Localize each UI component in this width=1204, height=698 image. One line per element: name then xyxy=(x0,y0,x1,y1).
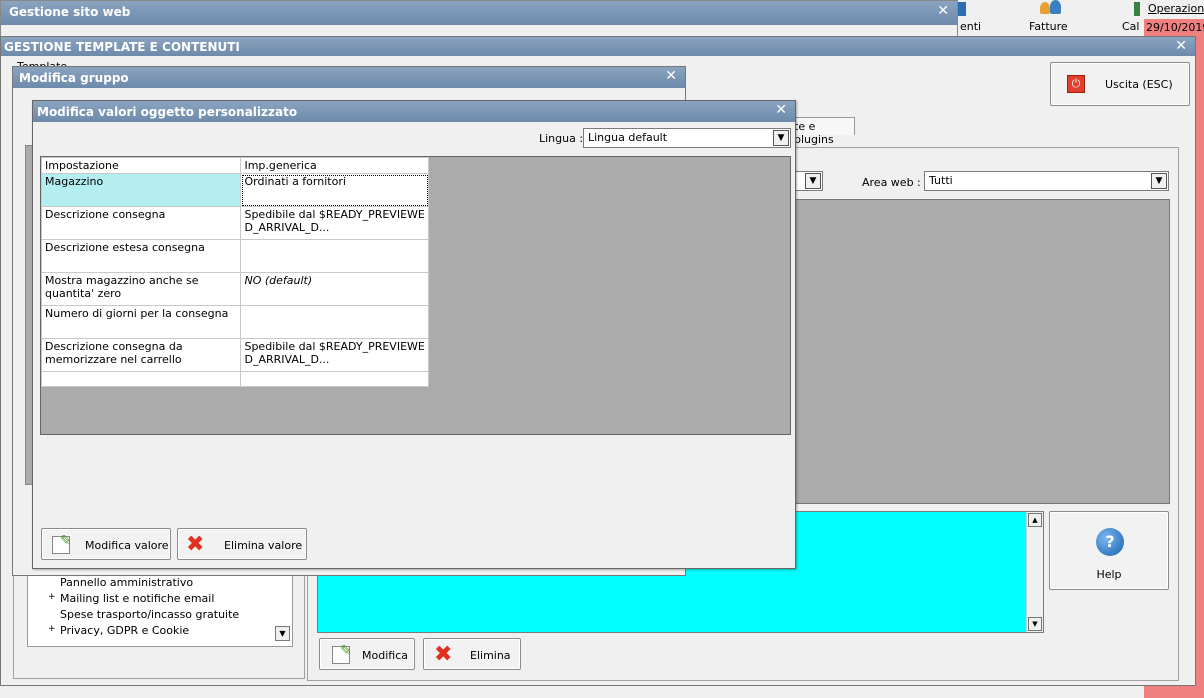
taskbar-label-fatture[interactable]: Fatture xyxy=(1029,20,1068,33)
setting-cell[interactable]: Descrizione consegna da memorizzare nel … xyxy=(40,338,242,372)
table-row[interactable]: Descrizione estesa consegna xyxy=(40,239,429,273)
value-cell[interactable] xyxy=(240,239,429,273)
modifica-valore-button[interactable]: ✎ Modifica valore xyxy=(41,528,171,560)
column-header-setting: Impostazione xyxy=(40,157,242,174)
tree-expand-icon[interactable]: + xyxy=(48,592,56,602)
power-icon: ⏻ xyxy=(1067,75,1085,93)
tree-item-admin[interactable]: Pannello amministrativo xyxy=(60,576,193,589)
table-row[interactable]: Mostra magazzino anche se quantita' zero… xyxy=(40,272,429,306)
elimina-button[interactable]: ✖ Elimina xyxy=(423,638,521,670)
pencil-icon: ✎ xyxy=(60,533,72,549)
value-cell[interactable]: Spedibile dal $READY_PREVIEWED_ARRIVAL_D… xyxy=(240,206,429,240)
lingua-combo[interactable]: Lingua default ▼ xyxy=(583,128,791,148)
tree-item-mailing[interactable]: Mailing list e notifiche email xyxy=(60,592,214,605)
table-row[interactable]: Descrizione consegna Spedibile dal $READ… xyxy=(40,206,429,240)
group-window-titlebar: Modifica gruppo ✕ xyxy=(13,67,685,88)
taskbar-label-enti[interactable]: enti xyxy=(960,20,981,33)
exit-button-label: Uscita (ESC) xyxy=(1105,78,1173,91)
operazioni-label[interactable]: Operazioni xyxy=(1148,2,1204,15)
textarea-scrollbar[interactable]: ▲ ▼ xyxy=(1026,512,1043,632)
setting-cell[interactable]: Numero di giorni per la consegna xyxy=(40,305,242,339)
value-cell[interactable] xyxy=(240,305,429,339)
tab-plugins[interactable]: te e plugins xyxy=(791,117,855,146)
custom-object-dialog: Modifica valori oggetto personalizzato ✕… xyxy=(32,100,796,569)
chevron-down-icon[interactable]: ▼ xyxy=(1151,173,1167,189)
table-row[interactable]: Descrizione consegna da memorizzare nel … xyxy=(40,338,429,372)
delete-icon: ✖ xyxy=(434,642,453,667)
table-header: Impostazione Imp.generica xyxy=(40,157,429,174)
exit-button[interactable]: ⏻ Uscita (ESC) xyxy=(1050,62,1190,106)
tree-view[interactable]: Pannello amministrativo + Mailing list e… xyxy=(27,571,293,647)
table-row[interactable]: Magazzino Ordinati a fornitori xyxy=(40,173,429,207)
area-web-combo[interactable]: Tutti ▼ xyxy=(924,171,1169,191)
group-window-title: Modifica gruppo xyxy=(19,71,129,85)
tab-plugins-label[interactable]: te e plugins xyxy=(794,120,854,146)
value-cell[interactable]: NO (default) xyxy=(240,272,429,306)
setting-cell[interactable] xyxy=(40,371,242,387)
template-window-title: GESTIONE TEMPLATE E CONTENUTI xyxy=(4,40,240,54)
taskbar-label-cal[interactable]: Cal xyxy=(1122,20,1139,33)
dialog-title: Modifica valori oggetto personalizzato xyxy=(37,105,298,119)
tree-item-privacy[interactable]: Privacy, GDPR e Cookie xyxy=(60,624,189,637)
elimina-valore-button[interactable]: ✖ Elimina valore xyxy=(177,528,307,560)
lingua-value: Lingua default xyxy=(588,131,668,144)
operazioni-menu[interactable]: Operazioni xyxy=(1146,0,1204,18)
top-window-title: Gestione sito web xyxy=(9,5,131,19)
help-icon: ? xyxy=(1096,528,1124,556)
top-window-titlebar: Gestione sito web ✕ xyxy=(1,1,957,25)
template-window-titlebar: GESTIONE TEMPLATE E CONTENUTI ✕ xyxy=(1,37,1195,56)
setting-cell[interactable]: Descrizione consegna xyxy=(40,206,242,240)
date-text: 29/10/2019 xyxy=(1146,21,1204,34)
area-web-value: Tutti xyxy=(929,174,953,187)
setting-cell[interactable]: Mostra magazzino anche se quantita' zero xyxy=(40,272,242,306)
close-icon[interactable]: ✕ xyxy=(1175,38,1187,54)
top-window: Gestione sito web ✕ xyxy=(0,0,958,40)
delete-icon: ✖ xyxy=(186,532,205,557)
lingua-label: Lingua : xyxy=(539,132,584,145)
value-cell[interactable] xyxy=(240,371,429,387)
tree-item-shipping[interactable]: Spese trasporto/incasso gratuite xyxy=(60,608,239,621)
date-display: 29/10/2019 xyxy=(1144,19,1204,36)
table-row[interactable]: Numero di giorni per la consegna xyxy=(40,305,429,339)
settings-table: Impostazione Imp.generica Magazzino Ordi… xyxy=(40,157,429,387)
help-button[interactable]: ? Help xyxy=(1049,511,1169,590)
column-header-value: Imp.generica xyxy=(240,157,429,174)
invoices-icon[interactable] xyxy=(1038,0,1064,18)
table-row-empty[interactable] xyxy=(40,371,429,387)
calendar-icon[interactable] xyxy=(1134,2,1140,16)
close-icon[interactable]: ✕ xyxy=(775,102,787,118)
clients-icon[interactable] xyxy=(958,2,966,16)
elimina-valore-label: Elimina valore xyxy=(224,539,303,552)
help-label: Help xyxy=(1096,568,1122,581)
area-web-label: Area web : xyxy=(862,176,921,189)
value-cell[interactable]: Spedibile dal $READY_PREVIEWED_ARRIVAL_D… xyxy=(240,338,429,372)
tree-scroll-down-icon[interactable]: ▼ xyxy=(275,626,290,641)
taskbar-area: enti Fatture Cal Operazioni 29/10/2019 xyxy=(958,0,1204,36)
scroll-up-icon[interactable]: ▲ xyxy=(1028,513,1042,527)
setting-cell[interactable]: Magazzino xyxy=(40,173,242,207)
value-cell[interactable]: Ordinati a fornitori xyxy=(240,173,429,207)
modifica-button[interactable]: ✎ Modifica xyxy=(319,638,415,670)
modifica-label: Modifica xyxy=(362,649,408,662)
chevron-down-icon[interactable]: ▼ xyxy=(773,130,789,146)
chevron-down-icon[interactable]: ▼ xyxy=(805,173,821,189)
modifica-valore-label: Modifica valore xyxy=(85,539,169,552)
dialog-titlebar: Modifica valori oggetto personalizzato ✕ xyxy=(33,101,795,122)
close-icon[interactable]: ✕ xyxy=(937,3,949,19)
objects-grid[interactable] xyxy=(791,199,1170,504)
scroll-down-icon[interactable]: ▼ xyxy=(1028,617,1042,631)
setting-cell[interactable]: Descrizione estesa consegna xyxy=(40,239,242,273)
pencil-icon: ✎ xyxy=(340,643,352,659)
close-icon[interactable]: ✕ xyxy=(665,68,677,84)
tree-expand-icon[interactable]: + xyxy=(48,624,56,634)
elimina-label: Elimina xyxy=(470,649,511,662)
